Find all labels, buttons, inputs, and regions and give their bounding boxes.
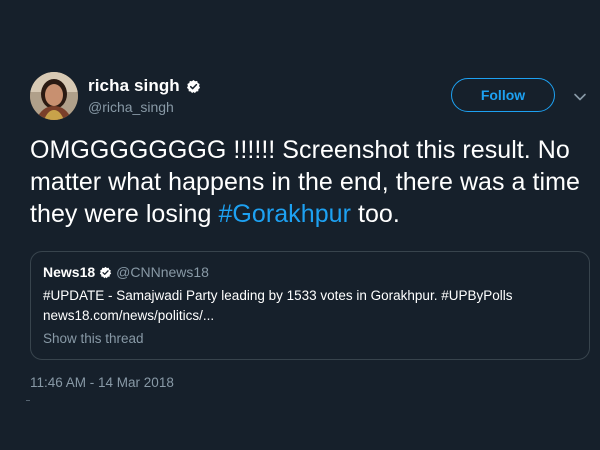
tweet-timestamp[interactable]: 11:46 AM - 14 Mar 2018 [30, 375, 174, 390]
divider [26, 400, 30, 401]
author-name-row: richa singh [88, 76, 201, 96]
author-handle[interactable]: @richa_singh [88, 99, 174, 115]
quoted-tweet-text: #UPDATE - Samajwadi Party leading by 153… [43, 288, 513, 303]
tweet-card: richa singh @richa_singh Follow OMGGGGGG… [0, 0, 600, 450]
tweet-text-tail: too. [350, 200, 400, 228]
avatar-image [30, 72, 78, 120]
author-display-name[interactable]: richa singh [88, 76, 180, 96]
avatar[interactable] [30, 72, 78, 120]
quoted-author-handle: @CNNnews18 [116, 264, 209, 280]
chevron-down-icon[interactable] [573, 90, 587, 104]
quoted-tweet-card[interactable]: News18 @CNNnews18 #UPDATE - Samajwadi Pa… [30, 251, 590, 360]
follow-button[interactable]: Follow [451, 78, 555, 112]
verified-badge-icon [186, 79, 201, 94]
show-thread-link[interactable]: Show this thread [43, 331, 144, 346]
quoted-author-name: News18 [43, 264, 96, 280]
verified-badge-icon [99, 266, 112, 279]
hashtag-link[interactable]: #Gorakhpur [218, 200, 351, 228]
quoted-tweet-link: news18.com/news/politics/... [43, 308, 215, 323]
tweet-text: OMGGGGGGGG !!!!!! Screenshot this result… [30, 134, 590, 230]
quoted-tweet-header: News18 @CNNnews18 [43, 264, 209, 280]
